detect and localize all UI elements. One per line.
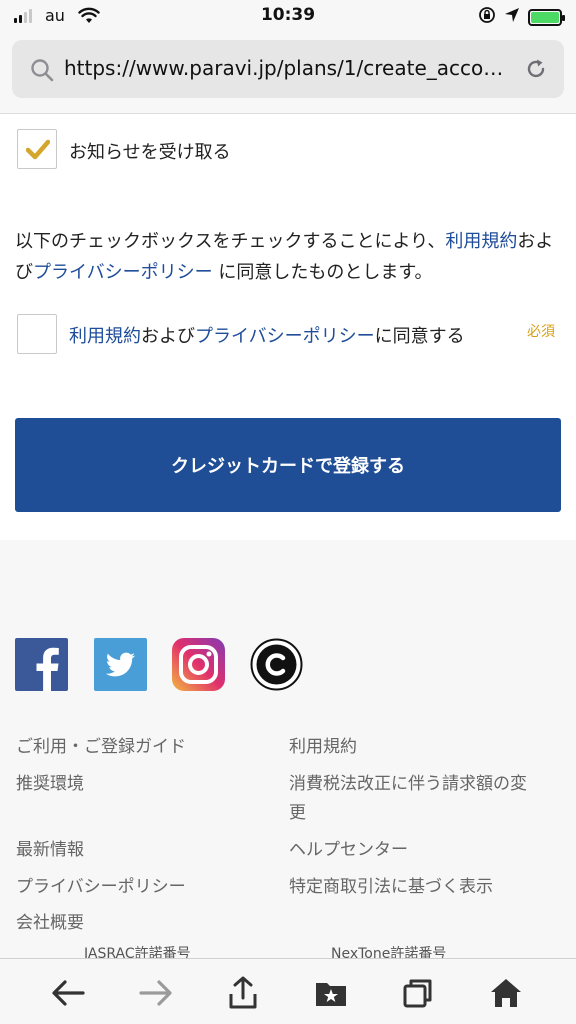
agree-checkbox[interactable] [17,314,57,354]
agreement-prefix: 以下のチェックボックスをチェックすることにより、 [15,231,446,252]
location-arrow-icon [504,7,520,27]
tabs-icon[interactable] [400,975,436,1011]
agreement-notice: 以下のチェックボックスをチェックすることにより、利用規約およびプライバシーポリシ… [15,226,563,288]
agree-and-text: および [141,326,195,347]
footer-link-terms[interactable]: 利用規約 [289,732,357,757]
checkmark-icon [25,139,51,165]
back-icon[interactable] [50,975,86,1011]
newsletter-checkbox[interactable] [17,129,57,169]
facebook-icon[interactable] [15,638,68,691]
footer-link-tax[interactable]: 消費税法改正に伴う請求額の変 [289,769,527,794]
browser-toolbar [0,958,576,1024]
battery-icon [528,8,565,26]
footer-link-tax-cont[interactable]: 更 [289,798,306,823]
footer-link-help[interactable]: ヘルプセンター [289,835,408,860]
instagram-icon[interactable] [172,638,225,691]
bookmarks-icon[interactable] [313,975,349,1011]
footer-link-privacy[interactable]: プライバシーポリシー [16,872,186,897]
forward-icon[interactable] [138,975,174,1011]
orientation-lock-icon [478,6,496,28]
footer-link-news[interactable]: 最新情報 [16,835,84,860]
footer-link-guide[interactable]: ご利用・ご登録ガイド [16,732,186,757]
footer-link-environment[interactable]: 推奨環境 [16,769,84,794]
footer-link-company[interactable]: 会社概要 [16,908,84,933]
browser-address-area: https://www.paravi.jp/plans/1/create_acc… [0,34,576,114]
url-text[interactable]: https://www.paravi.jp/plans/1/create_acc… [64,56,512,80]
address-bar[interactable]: https://www.paravi.jp/plans/1/create_acc… [12,40,564,98]
agree-privacy-link[interactable]: プライバシーポリシー [195,326,375,347]
twitter-icon[interactable] [94,638,147,691]
agreement-suffix: に同意したものとします。 [212,262,433,283]
c-logo-icon[interactable] [250,638,303,691]
share-icon[interactable] [225,975,261,1011]
home-icon[interactable] [488,975,524,1011]
agree-suffix: に同意する [374,326,465,347]
newsletter-label: お知らせを受け取る [69,142,231,163]
credit-card-register-button[interactable]: クレジットカードで登録する [15,418,561,512]
agree-label: 利用規約およびプライバシーポリシーに同意する [69,322,465,348]
required-badge: 必須 [527,324,555,340]
reload-icon[interactable] [524,57,548,85]
status-bar: au 10:39 [0,0,576,34]
agree-terms-link[interactable]: 利用規約 [69,326,141,347]
terms-link[interactable]: 利用規約 [445,231,517,252]
search-icon [30,58,54,86]
footer-link-commerce[interactable]: 特定商取引法に基づく表示 [289,872,493,897]
privacy-link[interactable]: プライバシーポリシー [33,262,213,283]
